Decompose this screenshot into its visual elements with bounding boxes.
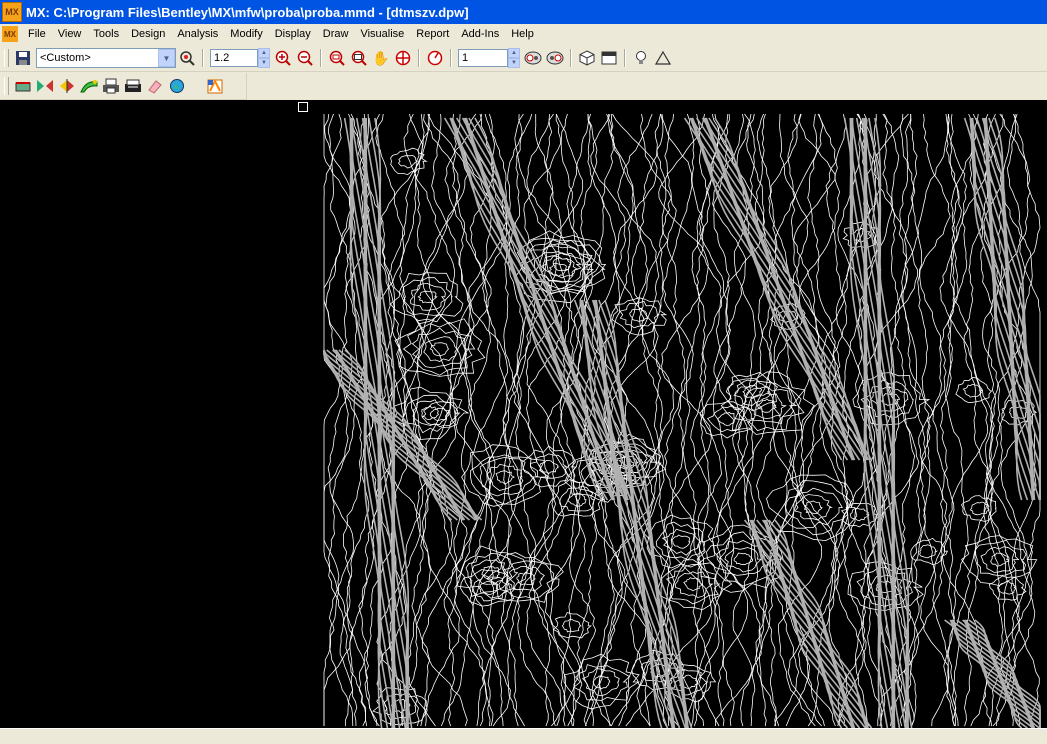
menu-view[interactable]: View	[52, 28, 88, 40]
toolbar-separator	[450, 49, 452, 67]
plot-icon[interactable]	[123, 76, 143, 96]
layer-spinner[interactable]: 1 ▲ ▼	[458, 48, 520, 68]
toolbar-separator	[320, 49, 322, 67]
menu-bar: MX File View Tools Design Analysis Modif…	[0, 24, 1047, 44]
scale-input[interactable]: 1.2	[210, 49, 258, 67]
mx-wizard-icon[interactable]	[205, 76, 225, 96]
status-bar	[0, 728, 1047, 744]
spin-down-icon[interactable]: ▼	[258, 58, 270, 68]
compass-icon[interactable]	[425, 48, 445, 68]
eraser-icon[interactable]	[145, 76, 165, 96]
view-combo-value: <Custom>	[40, 52, 91, 64]
toolbar-separator	[624, 49, 626, 67]
toolbar-grip[interactable]	[4, 77, 9, 95]
menu-visualise[interactable]: Visualise	[354, 28, 410, 40]
triangle-icon[interactable]	[653, 48, 673, 68]
zoom-window-icon[interactable]	[327, 48, 347, 68]
menu-draw[interactable]: Draw	[317, 28, 355, 40]
menu-add-ins[interactable]: Add-Ins	[455, 28, 505, 40]
spin-up-icon[interactable]: ▲	[258, 48, 270, 58]
menu-analysis[interactable]: Analysis	[171, 28, 224, 40]
toolbar-separator	[570, 49, 572, 67]
toolbar-grip[interactable]	[4, 49, 9, 67]
menu-tools[interactable]: Tools	[87, 28, 125, 40]
join-strings-icon[interactable]	[35, 76, 55, 96]
pan-hand-icon[interactable]: ✋	[371, 48, 391, 68]
surface-icon[interactable]	[79, 76, 99, 96]
main-toolbar: <Custom> ▼ 1.2 ▲ ▼ ✋ 1 ▲ ▼	[0, 45, 1047, 72]
contour-map[interactable]	[0, 100, 1047, 728]
string-edit-icon[interactable]	[13, 76, 33, 96]
zoom-in-icon[interactable]	[273, 48, 293, 68]
lightbulb-icon[interactable]	[631, 48, 651, 68]
spin-down-icon[interactable]: ▼	[508, 58, 520, 68]
cube-3d-icon[interactable]	[577, 48, 597, 68]
scale-spinner[interactable]: 1.2 ▲ ▼	[210, 48, 270, 68]
save-icon[interactable]	[13, 48, 33, 68]
menu-display[interactable]: Display	[269, 28, 317, 40]
view-combo[interactable]: <Custom> ▼	[36, 48, 176, 68]
document-icon[interactable]: MX	[2, 26, 18, 42]
toolbar-separator	[418, 49, 420, 67]
chevron-down-icon[interactable]: ▼	[158, 49, 175, 67]
zoom-out-icon[interactable]	[295, 48, 315, 68]
design-toolbar	[0, 73, 247, 100]
menu-file[interactable]: File	[22, 28, 52, 40]
menu-help[interactable]: Help	[505, 28, 540, 40]
cursor-box	[298, 102, 308, 112]
window-icon[interactable]	[599, 48, 619, 68]
split-strings-icon[interactable]	[57, 76, 77, 96]
layer-input[interactable]: 1	[458, 49, 508, 67]
print-icon[interactable]	[101, 76, 121, 96]
window-title: MX: C:\Program Files\Bentley\MX\mfw\prob…	[26, 4, 469, 20]
camera-icon[interactable]	[523, 48, 543, 68]
toolbar-separator	[202, 49, 204, 67]
app-icon[interactable]: MX	[2, 2, 22, 22]
drawing-canvas[interactable]	[0, 100, 1047, 728]
title-bar: MX MX: C:\Program Files\Bentley\MX\mfw\p…	[0, 0, 1047, 24]
zoom-extents-icon[interactable]	[349, 48, 369, 68]
globe-icon[interactable]	[167, 76, 187, 96]
menu-modify[interactable]: Modify	[224, 28, 268, 40]
zoom-view-icon[interactable]	[177, 48, 197, 68]
pan-center-icon[interactable]	[393, 48, 413, 68]
spin-up-icon[interactable]: ▲	[508, 48, 520, 58]
menu-design[interactable]: Design	[125, 28, 171, 40]
menu-report[interactable]: Report	[410, 28, 455, 40]
camera-settings-icon[interactable]	[545, 48, 565, 68]
